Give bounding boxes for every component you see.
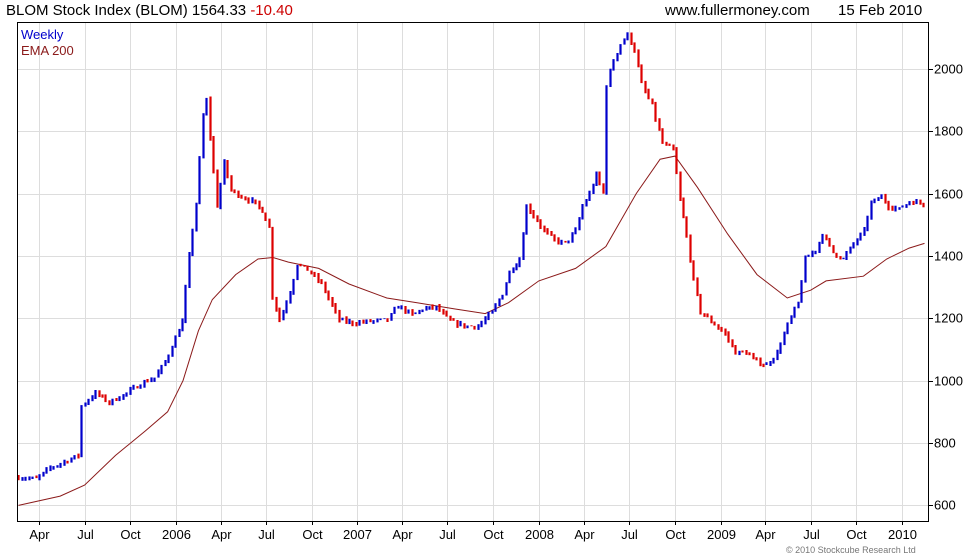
x-tick-label: Apr xyxy=(392,527,413,542)
x-tick-label: Apr xyxy=(574,527,595,542)
x-tick-label: Apr xyxy=(755,527,776,542)
copyright-footer: © 2010 Stockcube Research Ltd xyxy=(786,545,916,555)
plot-frame xyxy=(17,22,929,522)
y-axis: 600 800 1000 1200 1400 1600 1800 2000 xyxy=(928,62,963,513)
legend-entry: Weekly xyxy=(21,27,64,42)
x-tick-label: 2010 xyxy=(888,527,917,542)
y-tick-label: 600 xyxy=(934,498,956,513)
x-axis: Apr Jul Oct 2006 Apr Jul Oct 2007 Apr Jul Oct 2008 A… xyxy=(29,521,917,542)
x-tick-label: Jul xyxy=(621,527,638,542)
y-tick-label: 1400 xyxy=(934,249,963,264)
x-tick-label: Oct xyxy=(302,527,323,542)
x-tick-label: Jul xyxy=(439,527,456,542)
y-tick-label: 800 xyxy=(934,436,956,451)
y-tick-label: 1200 xyxy=(934,311,963,326)
x-tick-label: Jul xyxy=(803,527,820,542)
x-tick-label: 2007 xyxy=(343,527,372,542)
x-tick-label: 2008 xyxy=(525,527,554,542)
x-tick-label: Oct xyxy=(846,527,867,542)
x-tick-label: 2009 xyxy=(707,527,736,542)
x-tick-label: Oct xyxy=(483,527,504,542)
y-tick-label: 1000 xyxy=(934,374,963,389)
x-tick-label: Jul xyxy=(258,527,275,542)
y-tick-label: 1600 xyxy=(934,187,963,202)
x-tick-label: Oct xyxy=(665,527,686,542)
x-tick-label: 2006 xyxy=(162,527,191,542)
x-tick-label: Jul xyxy=(77,527,94,542)
x-tick-label: Apr xyxy=(211,527,232,542)
x-tick-label: Oct xyxy=(120,527,141,542)
y-tick-label: 1800 xyxy=(934,124,963,139)
price-chart: 600 800 1000 1200 1400 1600 1800 2000 Apr Jul Oct… xyxy=(17,22,963,542)
legend-entry: EMA 200 xyxy=(21,43,74,58)
y-tick-label: 2000 xyxy=(934,62,963,77)
grid-lines xyxy=(17,22,928,521)
legend: WeeklyEMA 200 xyxy=(21,27,74,58)
x-tick-label: Apr xyxy=(29,527,50,542)
